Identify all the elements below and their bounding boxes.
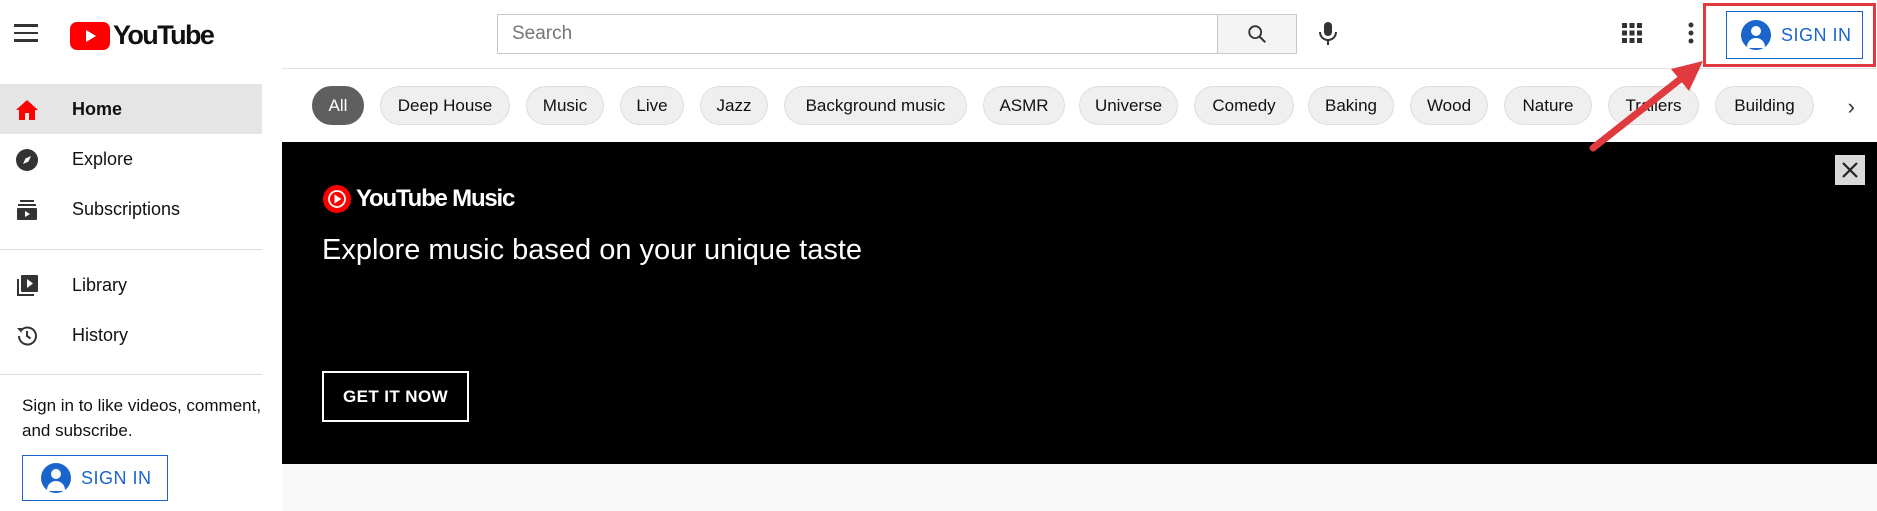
hamburger-menu-icon[interactable] [12,18,42,48]
sidebar-item-explore[interactable]: Explore [0,134,262,184]
search-bar [497,14,1297,54]
sign-in-label: SIGN IN [1781,24,1852,45]
more-options-icon[interactable] [1676,18,1706,48]
chip-wood[interactable]: Wood [1410,86,1488,125]
sidebar-item-label: Subscriptions [72,198,181,219]
content-area [282,464,1877,511]
account-avatar-icon [1741,20,1771,50]
sidebar-sign-in-button[interactable]: SIGN IN [22,455,168,501]
chip-jazz[interactable]: Jazz [700,86,768,125]
masthead: YouTube SIGN IN [0,0,1877,68]
sidebar-item-history[interactable]: History [0,310,262,360]
compass-icon [14,147,40,173]
filter-chip-bar: All Deep House Music Live Jazz Backgroun… [282,68,1877,142]
youtube-music-logo-text: YouTube Music [356,185,515,212]
sidebar-item-subscriptions[interactable]: Subscriptions [0,184,262,234]
chip-live[interactable]: Live [620,86,684,125]
sidebar-item-home[interactable]: Home [0,84,262,134]
youtube-logo[interactable]: YouTube [70,20,215,51]
microphone-icon [1319,22,1337,45]
sidebar-divider [0,249,262,250]
logo-text: YouTube [113,20,215,50]
chip-deep-house[interactable]: Deep House [380,86,510,125]
history-icon [14,323,40,349]
chevron-right-icon[interactable]: › [1848,94,1855,120]
sidebar-item-label: History [72,324,129,345]
sidebar-item-label: Library [72,274,128,295]
home-icon [14,97,40,123]
subscriptions-icon [14,197,40,223]
search-icon [1248,25,1266,43]
chip-all[interactable]: All [312,86,364,125]
sidebar-item-label: Home [72,98,123,119]
chip-background-music[interactable]: Background music [784,86,967,125]
sign-in-button[interactable]: SIGN IN [1726,11,1863,59]
chip-music[interactable]: Music [526,86,604,125]
sign-in-label: SIGN IN [81,467,152,488]
close-icon[interactable] [1835,155,1865,185]
get-it-now-button[interactable]: GET IT NOW [322,371,469,422]
chip-trailers[interactable]: Trailers [1608,86,1699,125]
voice-search-button[interactable] [1310,15,1346,51]
chip-universe[interactable]: Universe [1079,86,1178,125]
youtube-music-logo: YouTube Music [322,184,515,214]
chip-baking[interactable]: Baking [1308,86,1394,125]
sidebar-divider [0,374,262,375]
sidebar-item-label: Explore [72,148,134,169]
apps-grid-icon[interactable] [1617,18,1647,48]
chip-comedy[interactable]: Comedy [1194,86,1294,125]
chip-nature[interactable]: Nature [1504,86,1592,125]
banner-title: Explore music based on your unique taste [322,234,863,266]
search-button[interactable] [1217,14,1297,54]
account-avatar-icon [41,463,71,493]
youtube-music-icon [323,185,351,213]
chip-asmr[interactable]: ASMR [983,86,1065,125]
sign-in-prompt: Sign in to like videos, comment, and sub… [22,396,262,440]
youtube-play-icon [70,21,110,50]
sidebar: Home Explore Subscriptions Library Histo… [0,68,282,511]
library-icon [14,273,40,299]
search-input[interactable] [497,14,1217,54]
youtube-music-promo-banner: YouTube Music Explore music based on you… [282,142,1877,464]
chip-building[interactable]: Building [1715,86,1814,125]
sidebar-item-library[interactable]: Library [0,260,262,310]
